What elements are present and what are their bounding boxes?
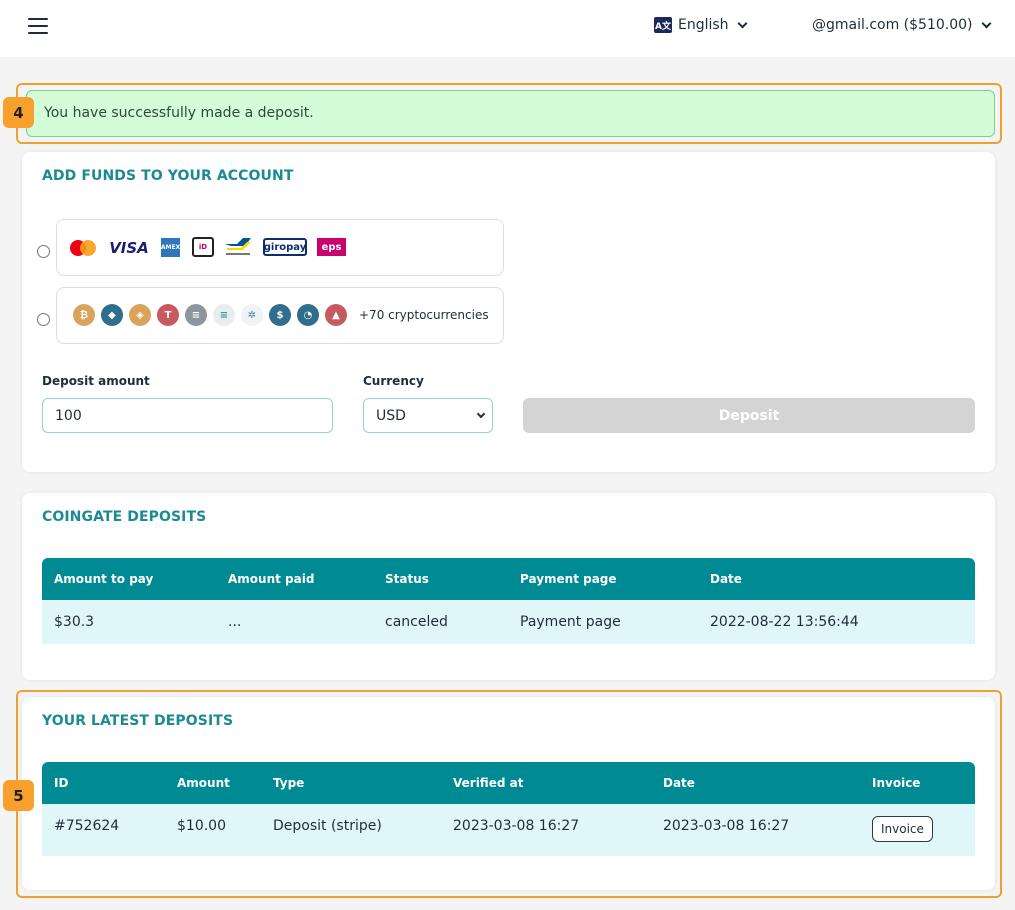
ethereum-icon: ◆ [101, 304, 123, 326]
cardano-icon: ✲ [241, 304, 263, 326]
table-cell: 2022-08-22 13:56:44 [710, 614, 859, 630]
deposit-amount-label: Deposit amount [42, 374, 150, 388]
coingate-table-header: Amount to pay Amount paid Status Payment… [42, 558, 975, 600]
payment-page-link[interactable]: Payment page [520, 614, 621, 630]
add-funds-title: ADD FUNDS TO YOUR ACCOUNT [42, 168, 294, 184]
column-header: ID [54, 776, 69, 790]
latest-deposits-card: YOUR LATEST DEPOSITS ID Amount Type Veri… [22, 697, 995, 890]
bnb-icon: ◈ [129, 304, 151, 326]
language-label: English [678, 17, 729, 33]
giropay-icon: giropay [263, 238, 307, 256]
column-header: Verified at [453, 776, 524, 790]
bancontact-icon [225, 238, 251, 255]
usdc-icon: $ [269, 304, 291, 326]
table-row: $30.3 ... canceled Payment page 2022-08-… [42, 600, 975, 644]
card-payment-option[interactable]: VISA AMEX iD giropay eps [56, 219, 504, 276]
amex-icon: AMEX [161, 238, 180, 257]
column-header: Date [710, 572, 742, 586]
deposit-amount-input[interactable]: 100 [42, 398, 333, 433]
crypto-payment-option[interactable]: ₿ ◆ ◈ T ≡ ≡ ✲ $ ◔ ▲ +70 cryptocurrencies [56, 287, 504, 344]
account-label: @gmail.com ($510.00) [812, 17, 973, 33]
crypto-payment-radio[interactable] [37, 313, 50, 326]
table-cell: 2023-03-08 16:27 [453, 818, 580, 834]
translate-icon: A文 [654, 17, 672, 33]
table-row: #752624 $10.00 Deposit (stripe) 2023-03-… [42, 804, 975, 856]
step-marker-4: 4 [3, 97, 34, 128]
visa-icon: VISA [109, 239, 149, 257]
currency-value: USD [376, 408, 406, 424]
table-cell: canceled [385, 614, 448, 630]
table-cell: 2023-03-08 16:27 [663, 818, 790, 834]
table-cell: $30.3 [54, 614, 95, 630]
ideal-icon: iD [192, 237, 214, 257]
coingate-title: COINGATE DEPOSITS [42, 509, 207, 525]
stacks-icon: ≡ [185, 304, 207, 326]
column-header: Amount paid [228, 572, 315, 586]
column-header: Invoice [872, 776, 921, 790]
column-header: Amount [177, 776, 230, 790]
chevron-down-icon [476, 409, 486, 419]
column-header: Amount to pay [54, 572, 154, 586]
deposit-amount-value: 100 [55, 408, 82, 424]
column-header: Type [273, 776, 305, 790]
alert-message: You have successfully made a deposit. [44, 105, 314, 121]
invoice-button[interactable]: Invoice [872, 816, 933, 842]
avalanche-icon: ▲ [325, 304, 347, 326]
column-header: Status [385, 572, 429, 586]
account-menu[interactable]: @gmail.com ($510.00) [812, 17, 991, 33]
currency-label: Currency [363, 374, 424, 388]
add-funds-card: ADD FUNDS TO YOUR ACCOUNT VISA AMEX iD g… [22, 152, 995, 472]
chevron-down-icon [737, 18, 748, 28]
column-header: Date [663, 776, 695, 790]
table-cell: #752624 [54, 818, 120, 834]
top-bar: A文 English @gmail.com ($510.00) [0, 0, 1015, 57]
chevron-down-icon [981, 18, 991, 28]
mastercard-icon [70, 240, 96, 256]
column-header: Payment page [520, 572, 617, 586]
step-marker-5: 5 [3, 780, 34, 811]
currency-select[interactable]: USD [363, 398, 493, 433]
solana-icon: ≡ [213, 304, 235, 326]
crypto-count-label: +70 cryptocurrencies [359, 308, 489, 322]
latest-table-header: ID Amount Type Verified at Date Invoice [42, 762, 975, 804]
success-alert: You have successfully made a deposit. [26, 90, 995, 137]
language-selector[interactable]: A文 English [654, 17, 748, 33]
table-cell: $10.00 [177, 818, 226, 834]
deposit-button[interactable]: Deposit [523, 398, 975, 433]
table-cell: ... [228, 614, 242, 630]
eps-icon: eps [317, 238, 346, 256]
tron-icon: T [157, 304, 179, 326]
table-cell: Deposit (stripe) [273, 818, 382, 834]
latest-deposits-title: YOUR LATEST DEPOSITS [42, 713, 234, 729]
bitcoin-icon: ₿ [73, 304, 95, 326]
card-payment-radio[interactable] [37, 245, 50, 258]
celo-icon: ◔ [297, 304, 319, 326]
hamburger-menu-icon[interactable] [28, 18, 48, 34]
coingate-deposits-card: COINGATE DEPOSITS Amount to pay Amount p… [22, 493, 995, 680]
